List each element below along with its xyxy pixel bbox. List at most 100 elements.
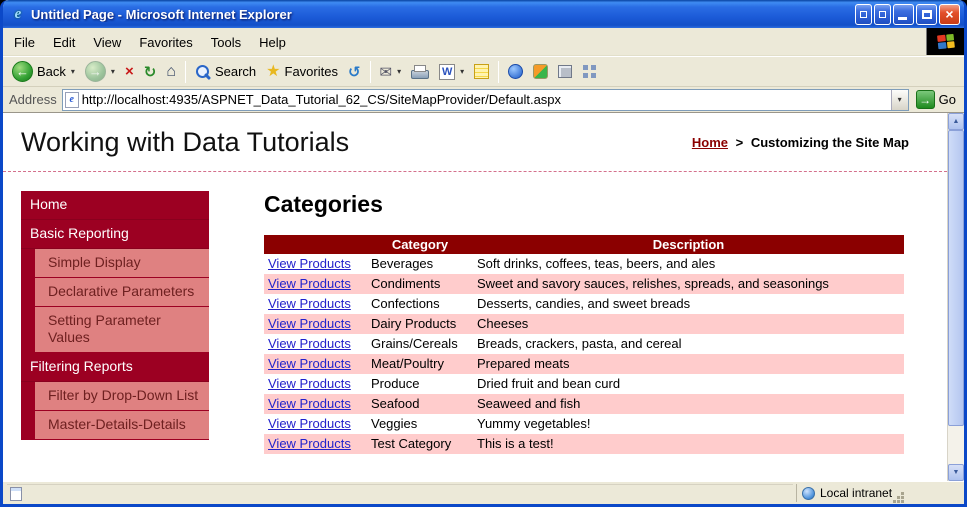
header-description: Description [473, 235, 904, 254]
print-button[interactable] [406, 62, 434, 82]
title-bar[interactable]: e Untitled Page - Microsoft Internet Exp… [3, 0, 964, 28]
back-label: Back [37, 64, 66, 79]
resize-grip[interactable] [901, 492, 905, 495]
refresh-button[interactable]: ↻ [139, 60, 162, 84]
menu-view[interactable]: View [84, 28, 130, 55]
sidebar-item-setting-parameter-values[interactable]: Setting Parameter Values [35, 307, 209, 353]
menu-tools[interactable]: Tools [202, 28, 250, 55]
view-products-link[interactable]: View Products [268, 356, 351, 371]
history-button[interactable]: ↺ [343, 60, 366, 84]
category-cell: Grains/Cereals [371, 336, 458, 351]
sidebar-item-filter-by-dropdown-list[interactable]: Filter by Drop-Down List [35, 382, 209, 411]
table-header-row: Category Description [264, 235, 904, 254]
menu-bar: File Edit View Favorites Tools Help [3, 28, 964, 56]
view-products-link[interactable]: View Products [268, 396, 351, 411]
browser-viewport: Working with Data Tutorials Home > Custo… [3, 113, 964, 481]
scrollbar-thumb[interactable] [948, 130, 964, 426]
history-icon: ↺ [347, 63, 361, 81]
category-cell: Beverages [371, 256, 434, 271]
search-icon [195, 64, 211, 80]
address-input-box[interactable]: e ▾ [61, 88, 909, 111]
scrollbar-track[interactable] [948, 426, 964, 464]
back-icon: ← [12, 61, 33, 82]
grid-icon [583, 65, 589, 70]
page-icon-glyph: e [69, 94, 74, 105]
category-cell: Meat/Poultry [371, 356, 444, 371]
menu-edit[interactable]: Edit [44, 28, 84, 55]
menu-help[interactable]: Help [250, 28, 295, 55]
sidebar-item-home[interactable]: Home [21, 191, 209, 220]
search-button[interactable]: Search [190, 61, 261, 83]
status-bar: Local intranet [3, 481, 964, 504]
search-label: Search [214, 64, 257, 79]
sidebar-item-declarative-parameters[interactable]: Declarative Parameters [35, 278, 209, 307]
view-products-link[interactable]: View Products [268, 296, 351, 311]
status-panel-main [7, 484, 793, 502]
browser-window: e Untitled Page - Microsoft Internet Exp… [0, 0, 967, 507]
ie-logo-glyph: e [14, 5, 22, 22]
maximize-button[interactable] [916, 3, 937, 25]
sidebar-item-filtering-reports[interactable]: Filtering Reports [21, 353, 209, 382]
table-row: View Products Condiments Sweet and savor… [264, 274, 904, 294]
table-row: View Products Confections Desserts, cand… [264, 294, 904, 314]
sidebar-item-simple-display[interactable]: Simple Display [35, 249, 209, 278]
address-bar: Address e ▾ → Go [3, 87, 964, 113]
address-input[interactable] [81, 90, 891, 109]
document-icon [10, 486, 22, 501]
scroll-up-button[interactable]: ▲ [948, 113, 964, 130]
view-products-link[interactable]: View Products [268, 256, 351, 271]
address-dropdown-button[interactable]: ▾ [890, 89, 908, 110]
sidebar-item-master-details-details[interactable]: Master-Details-Details [35, 411, 209, 440]
discuss-button[interactable] [469, 61, 494, 82]
table-row: View Products Dairy Products Cheeses [264, 314, 904, 334]
minimize-button[interactable] [893, 3, 914, 25]
breadcrumb-home-link[interactable]: Home [692, 135, 728, 150]
print-icon [411, 64, 430, 79]
mail-dropdown-icon[interactable]: ▾ [397, 67, 401, 76]
view-products-link[interactable]: View Products [268, 416, 351, 431]
site-title: Working with Data Tutorials [21, 127, 350, 157]
forward-button[interactable]: → ▾ [80, 58, 120, 85]
view-products-link[interactable]: View Products [268, 316, 351, 331]
stop-button[interactable]: × [120, 60, 139, 83]
favorites-label: Favorites [284, 64, 338, 79]
vertical-scrollbar[interactable]: ▲ ▼ [947, 113, 964, 481]
breadcrumb-separator: > [735, 135, 744, 150]
sidebar-item-basic-reporting[interactable]: Basic Reporting [21, 220, 209, 249]
back-button[interactable]: ← Back ▾ [7, 58, 80, 85]
go-button[interactable]: → Go [914, 90, 961, 109]
menu-file[interactable]: File [5, 28, 44, 55]
forward-dropdown-icon[interactable]: ▾ [111, 67, 115, 76]
messenger-button[interactable] [503, 61, 528, 82]
description-cell: Soft drinks, coffees, teas, beers, and a… [477, 256, 716, 271]
window-extra-button-1[interactable] [855, 3, 872, 25]
msn-button[interactable] [528, 61, 553, 82]
stop-icon: × [124, 63, 134, 80]
view-products-link[interactable]: View Products [268, 376, 351, 391]
page-body: Home Basic Reporting Simple Display Decl… [3, 172, 947, 454]
research-button[interactable] [553, 62, 577, 81]
mail-button[interactable]: ✉ ▾ [375, 60, 407, 84]
sidebar-nav: Home Basic Reporting Simple Display Decl… [21, 191, 209, 440]
back-dropdown-icon[interactable]: ▾ [71, 67, 75, 76]
view-products-link[interactable]: View Products [268, 336, 351, 351]
tiles-button[interactable] [577, 62, 602, 81]
forward-icon: → [84, 61, 106, 82]
page-icon: e [64, 91, 79, 108]
breadcrumb-current: Customizing the Site Map [750, 135, 909, 150]
favorites-button[interactable]: ★ Favorites [261, 61, 343, 83]
word-dropdown-icon[interactable]: ▾ [460, 67, 464, 76]
table-row: View Products Grains/Cereals Breads, cra… [264, 334, 904, 354]
edit-with-word-button[interactable]: W ▾ [434, 61, 469, 83]
category-cell: Veggies [371, 416, 418, 431]
menu-favorites[interactable]: Favorites [130, 28, 201, 55]
window-extra-button-2[interactable] [874, 3, 891, 25]
description-cell: Desserts, candies, and sweet breads [477, 296, 691, 311]
home-button[interactable]: ⌂ [161, 60, 181, 84]
close-button[interactable]: × [939, 3, 960, 25]
view-products-link[interactable]: View Products [268, 436, 351, 451]
view-products-link[interactable]: View Products [268, 276, 351, 291]
forward-arrow-glyph: → [88, 64, 102, 79]
scroll-down-button[interactable]: ▼ [948, 464, 964, 481]
description-cell: Cheeses [477, 316, 529, 331]
